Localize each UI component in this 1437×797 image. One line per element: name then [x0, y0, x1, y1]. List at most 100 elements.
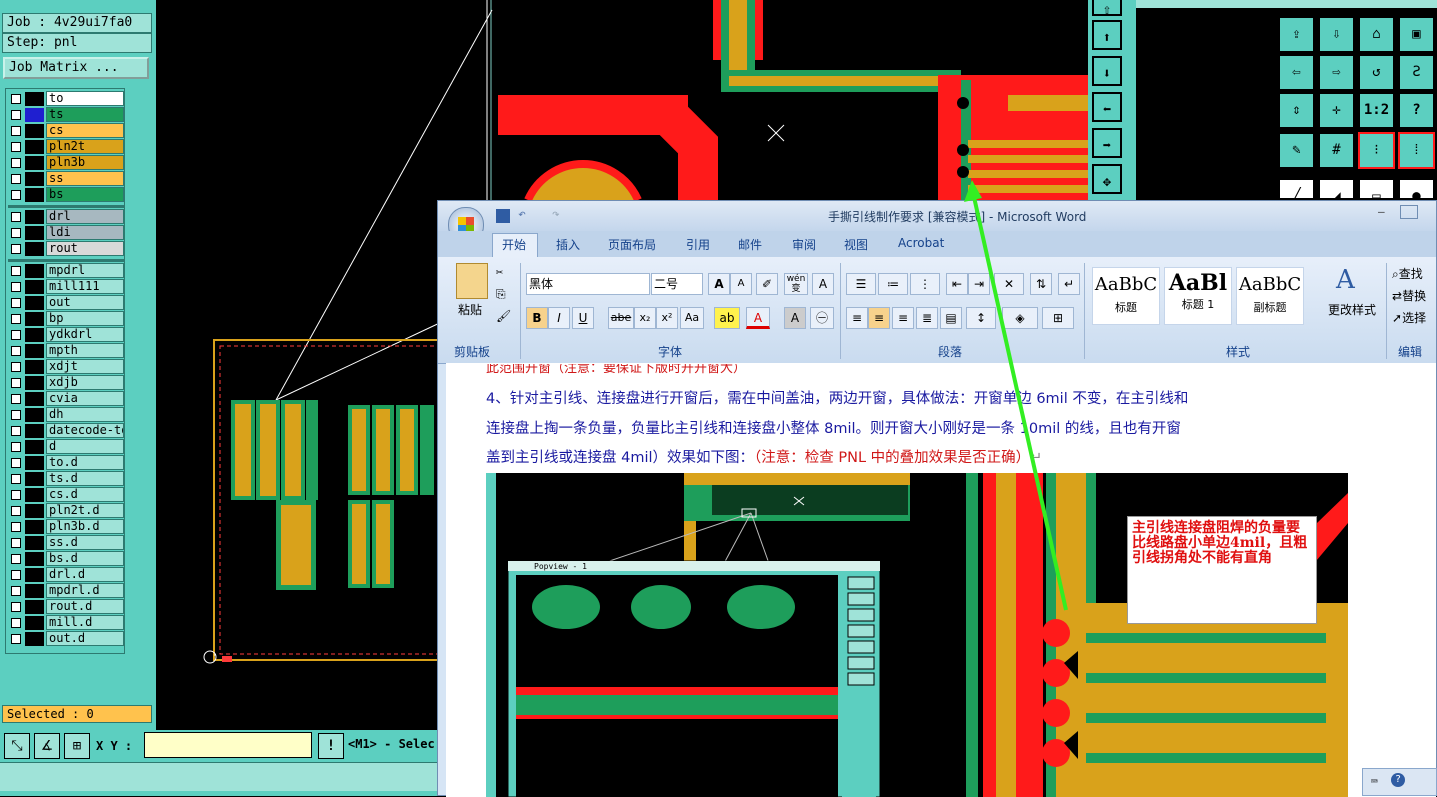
layer-name[interactable]: mpdrl.d — [46, 583, 124, 598]
layer-name[interactable]: out.d — [46, 631, 124, 646]
move-down-icon[interactable]: ⇩ — [1318, 16, 1355, 53]
layer-checkbox[interactable] — [11, 378, 21, 388]
undo-view-icon[interactable]: ↺ — [1358, 54, 1395, 91]
move-left-icon[interactable]: ⇦ — [1278, 54, 1315, 91]
bullets-icon[interactable]: ☰ — [846, 273, 876, 295]
layer-name[interactable]: bp — [46, 311, 124, 326]
tab-page-layout[interactable]: 页面布局 — [608, 236, 656, 253]
layer-checkbox[interactable] — [11, 174, 21, 184]
align-left-icon[interactable]: ≡ — [846, 307, 868, 329]
layer-row[interactable]: bs.d — [8, 551, 124, 567]
tab-insert[interactable]: 插入 — [556, 236, 580, 253]
ruler-icon[interactable]: ▭ — [1358, 178, 1395, 204]
layer-name[interactable]: out — [46, 295, 124, 310]
layer-name[interactable]: xdjt — [46, 359, 124, 374]
layer-name[interactable]: ydkdrl — [46, 327, 124, 342]
change-styles-button[interactable]: 更改样式 — [1328, 301, 1376, 318]
layer-row[interactable]: bs — [8, 187, 124, 203]
layer-row[interactable]: rout — [8, 241, 124, 257]
palette-icon[interactable]: ✎ — [1278, 132, 1315, 169]
layer-name[interactable]: mpth — [46, 343, 124, 358]
layer-checkbox[interactable] — [11, 298, 21, 308]
style-heading-1[interactable]: AaBl 标题 1 — [1164, 267, 1232, 325]
redo-icon[interactable]: ↷ — [552, 207, 560, 222]
highlight-icon[interactable]: ab — [714, 307, 740, 329]
char-border-button[interactable]: A — [812, 273, 834, 295]
undo-icon[interactable]: ↶ — [518, 207, 526, 222]
layer-checkbox[interactable] — [11, 346, 21, 356]
find-button[interactable]: ⌕查找 — [1392, 265, 1423, 282]
layer-row[interactable]: ts.d — [8, 471, 124, 487]
layer-name[interactable]: cs.d — [46, 487, 124, 502]
layer-row[interactable]: rout.d — [8, 599, 124, 615]
help-button[interactable]: ? — [1398, 92, 1435, 129]
layer-name[interactable]: pln3b — [46, 155, 124, 170]
layer-checkbox[interactable] — [11, 126, 21, 136]
layer-row[interactable]: bp — [8, 311, 124, 327]
page-right-icon[interactable]: ➡ — [1092, 128, 1122, 158]
grid-snap-icon[interactable]: ⊞ — [64, 733, 90, 759]
layer-row[interactable]: datecode-to — [8, 423, 124, 439]
layer-row[interactable]: cs.d — [8, 487, 124, 503]
layer-row[interactable]: cs — [8, 123, 124, 139]
layer-row[interactable]: cvia — [8, 391, 124, 407]
clear-format-icon[interactable]: ✐ — [756, 273, 778, 295]
layer-row[interactable]: mpdrl — [8, 263, 124, 279]
tab-mailings[interactable]: 邮件 — [738, 236, 762, 253]
layer-name[interactable]: ldi — [46, 225, 124, 240]
fit-vertical-icon[interactable]: ⇕ — [1278, 92, 1315, 129]
layer-checkbox[interactable] — [11, 110, 21, 120]
align-center-icon[interactable]: ≡ — [868, 307, 890, 329]
layer-row[interactable]: xdjt — [8, 359, 124, 375]
strikethrough-button[interactable]: abe — [608, 307, 634, 329]
layer-checkbox[interactable] — [11, 190, 21, 200]
layer-checkbox[interactable] — [11, 474, 21, 484]
tab-home[interactable]: 开始 — [502, 236, 526, 253]
page-up-icon[interactable]: ⬆ — [1092, 20, 1122, 50]
layer-checkbox[interactable] — [11, 314, 21, 324]
copy-icon[interactable]: ⎘ — [496, 287, 506, 302]
layer-checkbox[interactable] — [11, 602, 21, 612]
layer-row[interactable]: out.d — [8, 631, 124, 647]
window-icon[interactable]: ▣ — [1398, 16, 1435, 53]
layer-row[interactable]: ss — [8, 171, 124, 187]
layer-checkbox[interactable] — [11, 442, 21, 452]
layer-checkbox[interactable] — [11, 212, 21, 222]
grow-font-button[interactable]: A — [708, 273, 730, 295]
layer-name[interactable]: drl.d — [46, 567, 124, 582]
layer-name[interactable]: pln2t — [46, 139, 124, 154]
keyboard-icon[interactable]: ⌨ — [1371, 775, 1378, 788]
move-top-icon[interactable]: ⇧ — [1092, 0, 1122, 18]
layer-name[interactable]: d — [46, 439, 124, 454]
layer-row[interactable]: to.d — [8, 455, 124, 471]
superscript-button[interactable]: x² — [656, 307, 678, 329]
layer-row[interactable]: drl.d — [8, 567, 124, 583]
layer-row[interactable]: pln3b — [8, 155, 124, 171]
restore-icon[interactable] — [1400, 205, 1418, 219]
subscript-button[interactable]: x₂ — [634, 307, 656, 329]
layer-name[interactable]: pln2t.d — [46, 503, 124, 518]
layer-checkbox[interactable] — [11, 522, 21, 532]
tab-acrobat[interactable]: Acrobat — [898, 236, 944, 250]
layer-row[interactable]: ts — [8, 107, 124, 123]
layer-row[interactable]: xdjb — [8, 375, 124, 391]
layer-checkbox[interactable] — [11, 94, 21, 104]
layer-name[interactable]: ss.d — [46, 535, 124, 550]
layer-row[interactable]: dh — [8, 407, 124, 423]
distributed-icon[interactable]: ▤ — [940, 307, 962, 329]
layer-checkbox[interactable] — [11, 570, 21, 580]
layer-checkbox[interactable] — [11, 266, 21, 276]
net-icon[interactable]: ⁝ — [1358, 132, 1395, 169]
layer-name[interactable]: ss — [46, 171, 124, 186]
format-painter-icon[interactable]: 🖌 — [496, 309, 511, 323]
job-matrix-button[interactable]: Job Matrix ... — [3, 57, 149, 79]
layer-name[interactable]: ts.d — [46, 471, 124, 486]
layer-row[interactable]: pln2t — [8, 139, 124, 155]
numbering-icon[interactable]: ≔ — [878, 273, 908, 295]
justify-icon[interactable]: ≣ — [916, 307, 938, 329]
layer-checkbox[interactable] — [11, 554, 21, 564]
layer-row[interactable]: to — [8, 91, 124, 107]
layer-checkbox[interactable] — [11, 586, 21, 596]
layer-name[interactable]: drl — [46, 209, 124, 224]
layer-name[interactable]: bs — [46, 187, 124, 202]
